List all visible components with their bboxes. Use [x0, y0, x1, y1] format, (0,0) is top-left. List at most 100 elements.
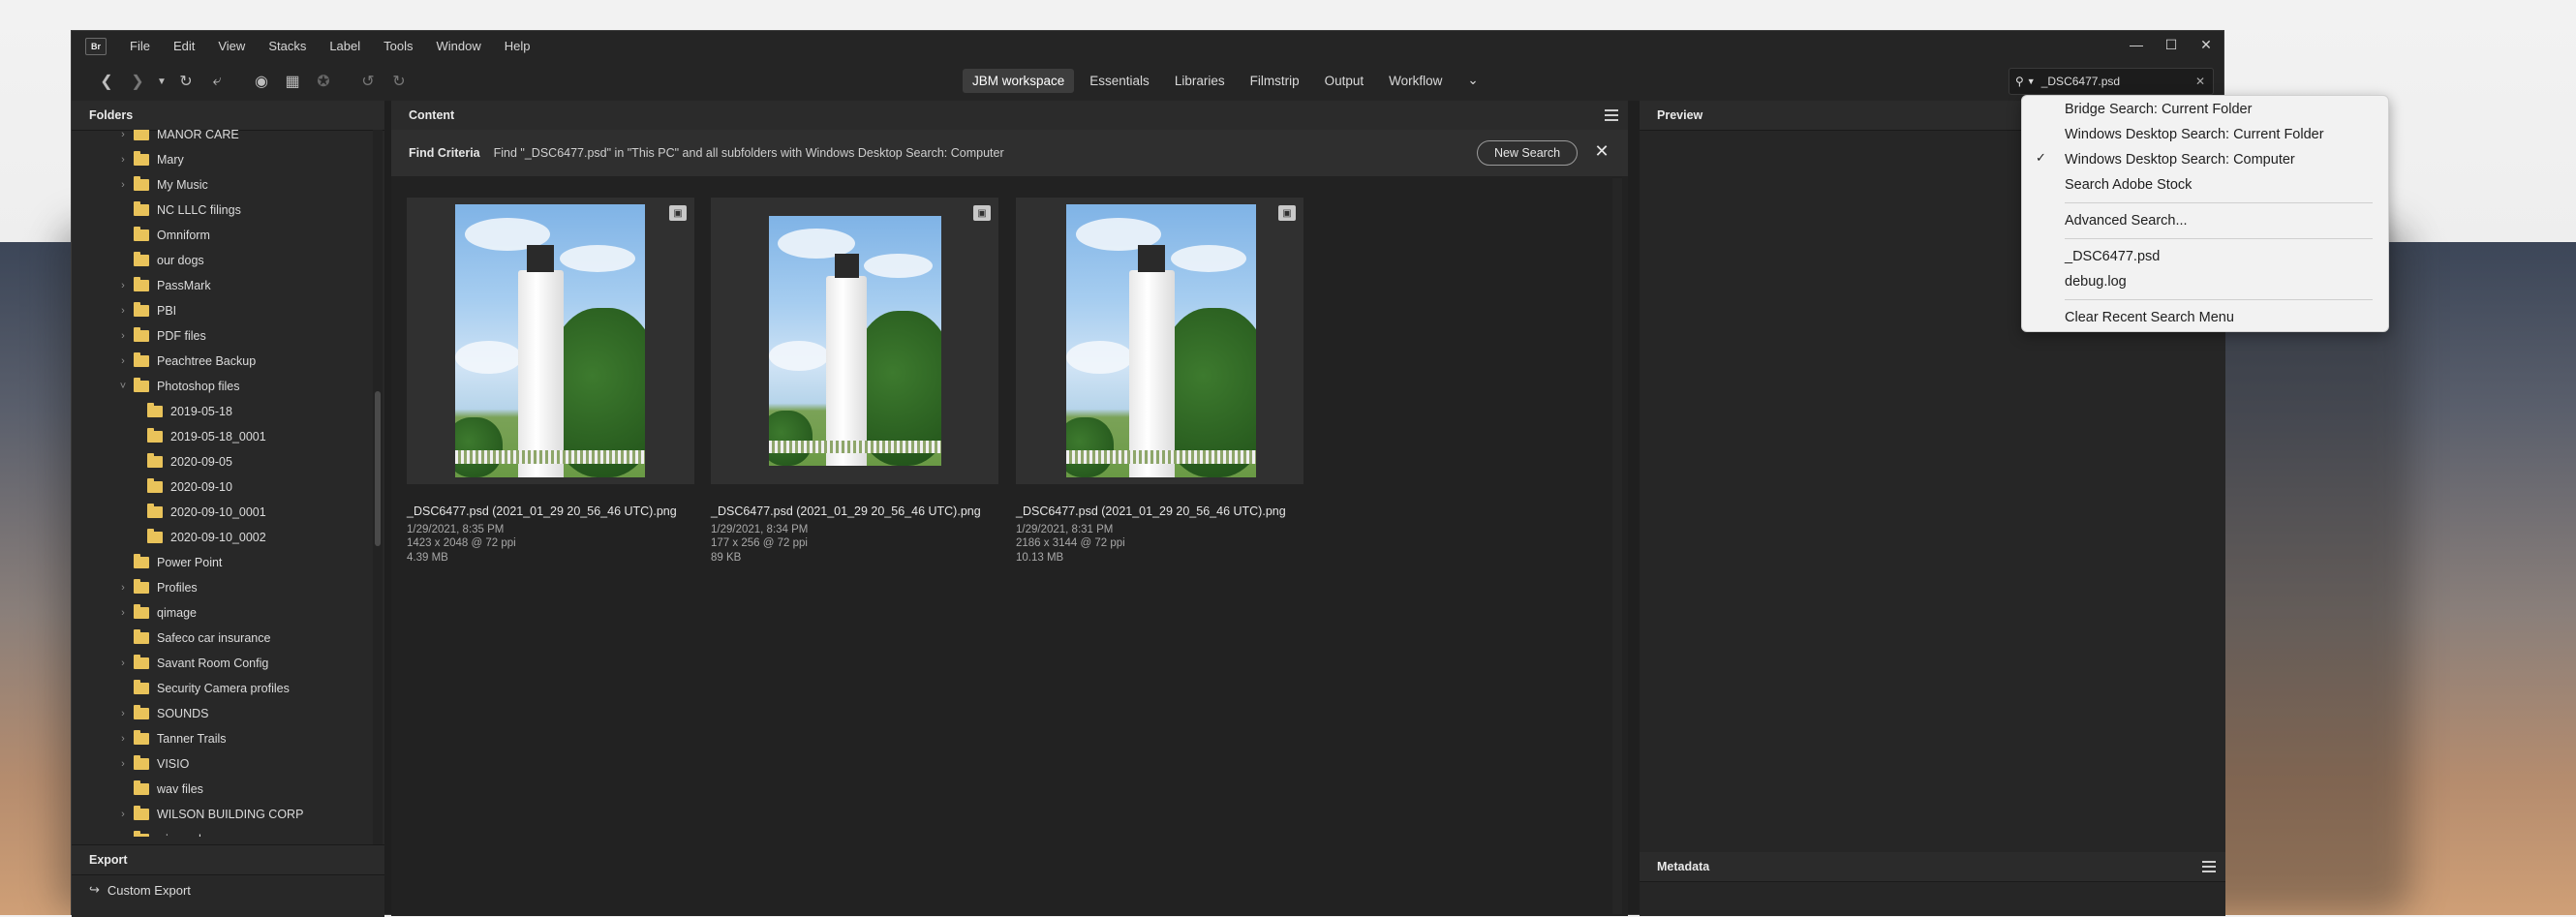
chevron-down-icon[interactable]: ▼	[155, 68, 169, 95]
folder-row[interactable]: › PBI	[116, 298, 176, 323]
metadata-panel-title[interactable]: Metadata	[1640, 852, 1727, 881]
folder-row[interactable]: › Mary	[116, 147, 184, 172]
forward-icon[interactable]: ❯	[124, 68, 151, 95]
close-icon[interactable]: ✕	[1590, 139, 1613, 163]
chevron-right-icon[interactable]: ›	[116, 355, 130, 367]
chevron-right-icon[interactable]: ›	[116, 834, 130, 837]
menu-stacks[interactable]: Stacks	[257, 31, 318, 62]
folder-row[interactable]: › VISIO	[116, 751, 189, 777]
open-in-camera-raw-icon[interactable]: ✪	[310, 68, 337, 95]
chevron-right-icon[interactable]: ›	[116, 582, 130, 594]
menu-view[interactable]: View	[206, 31, 257, 62]
chevron-right-icon[interactable]: ›	[116, 305, 130, 317]
folder-row[interactable]: Power Point	[116, 550, 222, 575]
chevron-right-icon[interactable]: ›	[116, 607, 130, 619]
custom-export-item[interactable]: ↪ Custom Export	[72, 875, 384, 904]
folder-row[interactable]: › Profiles	[116, 575, 198, 600]
close-button[interactable]: ✕	[2189, 31, 2223, 58]
menu-item-windows-search-current-folder[interactable]: Windows Desktop Search: Current Folder	[2065, 123, 2324, 146]
folder-row[interactable]: › Savant Room Config	[116, 651, 268, 676]
folder-row[interactable]: 2020-09-05	[130, 449, 232, 474]
folder-row[interactable]: › MANOR CARE	[116, 130, 239, 147]
workspace-output[interactable]: Output	[1315, 69, 1374, 93]
panel-menu-icon[interactable]	[1605, 109, 1618, 121]
folder-row[interactable]: ˅ Photoshop files	[116, 374, 239, 399]
scrollbar-thumb[interactable]	[375, 391, 381, 546]
folder-row[interactable]: Security Camera profiles	[116, 676, 290, 701]
menu-item-windows-search-computer[interactable]: Windows Desktop Search: Computer	[2065, 148, 2295, 171]
folder-row[interactable]: › PDF files	[116, 323, 206, 349]
thumbnail-card[interactable]: ▣ _DSC6477.psd (2021_01_29 20_56_46 UTC).…	[711, 198, 998, 585]
refine-icon[interactable]: ▦	[279, 68, 306, 95]
boomerang-icon[interactable]: ⤶	[203, 68, 230, 95]
workspace-workflow[interactable]: Workflow	[1379, 69, 1452, 93]
folder-row[interactable]: our dogs	[116, 248, 204, 273]
workspace-libraries[interactable]: Libraries	[1165, 69, 1235, 93]
folder-row[interactable]: › Tanner Trails	[116, 726, 227, 751]
menu-item-search-adobe-stock[interactable]: Search Adobe Stock	[2065, 173, 2192, 197]
folder-row[interactable]: NC LLLC filings	[116, 198, 241, 223]
chevron-right-icon[interactable]: ›	[116, 179, 130, 191]
menu-item-bridge-search-current-folder[interactable]: Bridge Search: Current Folder	[2065, 98, 2252, 121]
rotate-right-icon[interactable]: ↻	[385, 68, 413, 95]
folder-row[interactable]: › winword	[116, 827, 201, 837]
maximize-button[interactable]: ☐	[2154, 31, 2189, 58]
panel-menu-icon[interactable]	[2202, 861, 2216, 872]
folders-panel-title[interactable]: Folders	[72, 101, 150, 130]
menu-label[interactable]: Label	[318, 31, 372, 62]
rotate-left-icon[interactable]: ↺	[354, 68, 382, 95]
menu-help[interactable]: Help	[493, 31, 542, 62]
chevron-right-icon[interactable]: ›	[116, 809, 130, 820]
back-icon[interactable]: ❮	[93, 68, 120, 95]
menu-item-recent-debug-log[interactable]: debug.log	[2065, 270, 2127, 293]
chevron-right-icon[interactable]: ›	[116, 733, 130, 745]
menu-tools[interactable]: Tools	[372, 31, 424, 62]
folder-row[interactable]: 2020-09-10	[130, 474, 232, 500]
content-scrollbar[interactable]	[1612, 178, 1622, 914]
folder-row[interactable]: › Peachtree Backup	[116, 349, 256, 374]
folder-row[interactable]: Safeco car insurance	[116, 626, 270, 651]
workspace-filmstrip[interactable]: Filmstrip	[1241, 69, 1309, 93]
thumbnail-card[interactable]: ▣ _DSC6477.psd (2021_01_29 20_56_46 UTC).…	[1016, 198, 1303, 585]
folder-row[interactable]: Omniform	[116, 223, 210, 248]
thumbnail-frame[interactable]: ▣	[711, 198, 998, 484]
workspace-more-icon[interactable]: ⌄	[1457, 68, 1487, 93]
menu-item-advanced-search[interactable]: Advanced Search...	[2065, 209, 2188, 232]
thumbnail-frame[interactable]: ▣	[1016, 198, 1303, 484]
content-panel-title[interactable]: Content	[391, 101, 472, 130]
folder-row[interactable]: › qimage	[116, 600, 197, 626]
thumbnail-card[interactable]: ▣ _DSC6477.psd (2021_01_29 20_56_46 UTC).…	[407, 198, 694, 585]
chevron-right-icon[interactable]: ›	[116, 708, 130, 719]
search-icon[interactable]: ⚲	[2015, 75, 2024, 88]
folder-row[interactable]: › SOUNDS	[116, 701, 208, 726]
folder-row[interactable]: 2020-09-10_0002	[130, 525, 266, 550]
folder-row[interactable]: › PassMark	[116, 273, 211, 298]
camera-icon[interactable]: ◉	[248, 68, 275, 95]
preview-panel-title[interactable]: Preview	[1640, 101, 1720, 130]
menu-edit[interactable]: Edit	[162, 31, 206, 62]
chevron-right-icon[interactable]: ›	[116, 280, 130, 291]
chevron-right-icon[interactable]: ›	[116, 657, 130, 669]
search-value[interactable]: _DSC6477.psd	[2041, 75, 2195, 88]
chevron-right-icon[interactable]: ›	[116, 154, 130, 166]
menu-item-recent-dsc6477[interactable]: _DSC6477.psd	[2065, 245, 2160, 268]
chevron-right-icon[interactable]: ›	[116, 758, 130, 770]
folder-row[interactable]: 2019-05-18_0001	[130, 424, 266, 449]
search-options-chevron-icon[interactable]: ▼	[2027, 76, 2036, 86]
thumbnail-frame[interactable]: ▣	[407, 198, 694, 484]
menu-window[interactable]: Window	[425, 31, 493, 62]
folder-row[interactable]: 2020-09-10_0001	[130, 500, 266, 525]
minimize-button[interactable]: —	[2119, 31, 2154, 58]
menu-file[interactable]: File	[118, 31, 162, 62]
search-input[interactable]: ⚲ ▼ _DSC6477.psd ✕	[2009, 68, 2214, 95]
folder-row[interactable]: › My Music	[116, 172, 208, 198]
folder-row[interactable]: 2019-05-18	[130, 399, 232, 424]
chevron-right-icon[interactable]: ›	[116, 130, 130, 140]
recent-files-icon[interactable]: ↻	[172, 68, 199, 95]
menu-item-clear-recent-search[interactable]: Clear Recent Search Menu	[2065, 306, 2234, 329]
workspace-essentials[interactable]: Essentials	[1080, 69, 1159, 93]
clear-search-icon[interactable]: ✕	[2195, 75, 2205, 88]
export-panel-title[interactable]: Export	[72, 845, 145, 874]
folders-scrollbar[interactable]	[373, 130, 383, 851]
folder-row[interactable]: › WILSON BUILDING CORP	[116, 802, 303, 827]
